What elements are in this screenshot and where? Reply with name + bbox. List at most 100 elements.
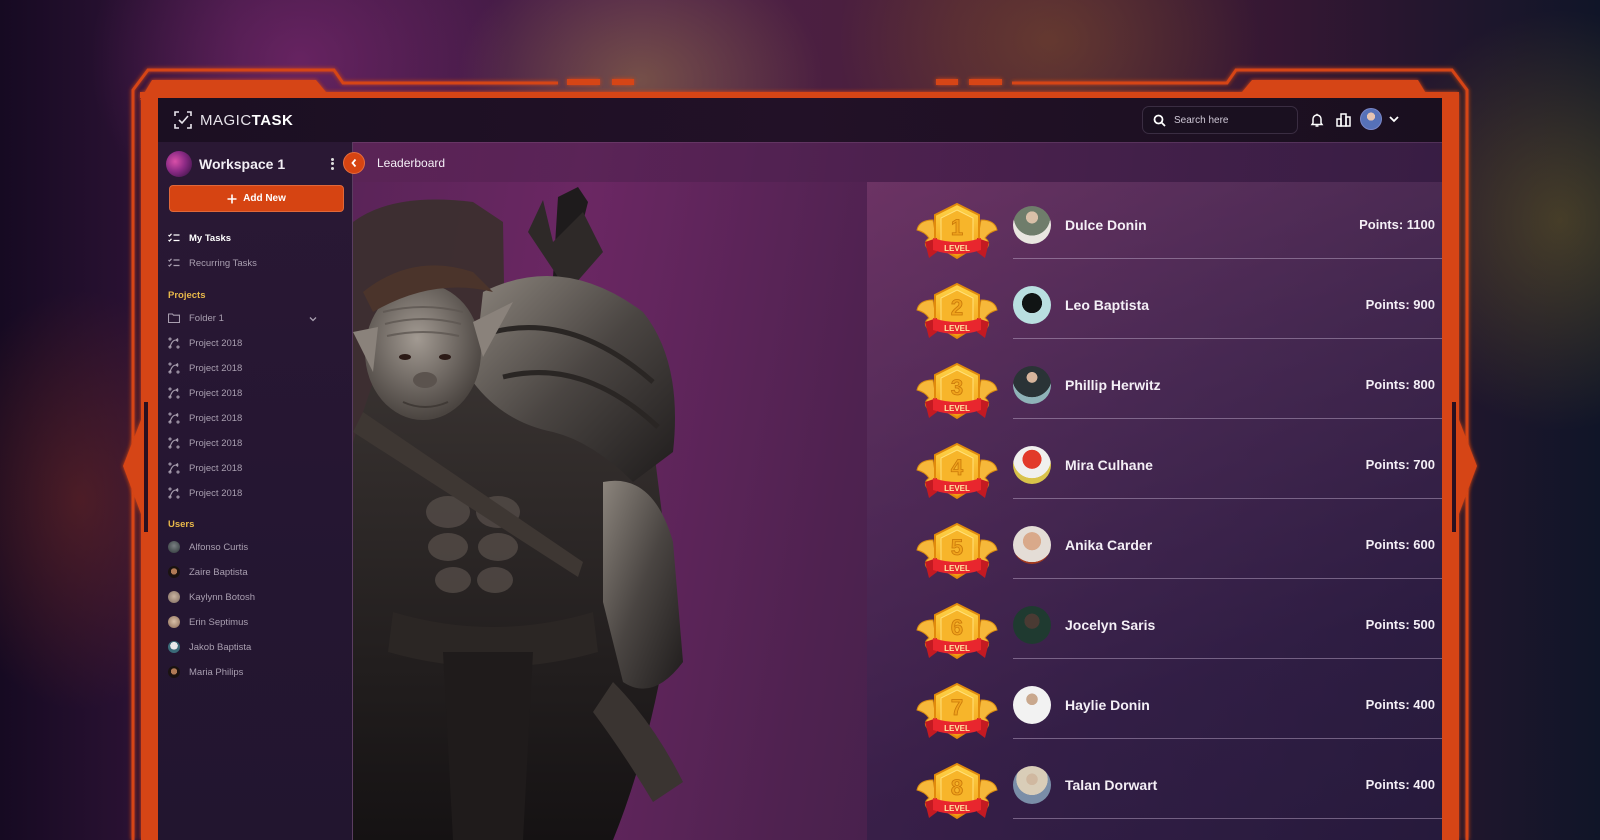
sidebar-item-my-tasks[interactable]: My Tasks <box>168 229 231 247</box>
logo[interactable]: MAGICTASK <box>174 111 293 129</box>
leaderboard-row[interactable]: 1 LEVEL Dulce Donin Points: 1100 <box>915 192 1442 272</box>
avatar <box>168 616 180 628</box>
workspace-avatar <box>166 151 192 177</box>
avatar <box>1013 766 1051 804</box>
sidebar-item-user[interactable]: Kaylynn Botosh <box>168 588 255 606</box>
sidebar-item-label: Project 2018 <box>189 437 243 449</box>
hero-character-illustration <box>353 187 683 840</box>
sidebar-item-project[interactable]: Project 2018 <box>168 359 242 377</box>
brand-light: MAGIC <box>200 111 252 129</box>
projects-heading: Projects <box>168 290 206 301</box>
user-avatar[interactable] <box>1360 108 1382 130</box>
page-title: Leaderboard <box>377 156 446 170</box>
level-label: LEVEL <box>944 564 970 573</box>
level-label: LEVEL <box>944 404 970 413</box>
bell-icon <box>1310 113 1324 127</box>
player-points: Points: 600 <box>1365 537 1435 552</box>
project-icon <box>168 487 180 499</box>
top-bar: MAGICTASK <box>158 98 1442 142</box>
main-content: Leaderboard Invite <box>343 142 1442 840</box>
sidebar-item-label: Project 2018 <box>189 462 243 474</box>
sidebar-item-user[interactable]: Alfonso Curtis <box>168 538 248 556</box>
leaderboard-row[interactable]: 3 LEVEL Phillip Herwitz Points: 800 <box>915 352 1442 432</box>
sidebar-item-label: Folder 1 <box>189 312 224 324</box>
sidebar-item-user[interactable]: Jakob Baptista <box>168 638 251 656</box>
level-badge-icon: 7 LEVEL <box>916 682 998 740</box>
level-number: 6 <box>951 615 963 640</box>
sidebar-item-project[interactable]: Project 2018 <box>168 384 242 402</box>
level-label: LEVEL <box>944 244 970 253</box>
player-points: Points: 900 <box>1365 297 1435 312</box>
chevron-down-icon[interactable] <box>308 314 318 324</box>
avatar <box>1013 366 1051 404</box>
sidebar-item-project[interactable]: Project 2018 <box>168 434 242 452</box>
level-number: 7 <box>951 695 963 720</box>
sidebar-item-label: Zaire Baptista <box>189 566 248 578</box>
leaderboard-row[interactable]: 5 LEVEL Anika Carder Points: 600 <box>915 512 1442 592</box>
sidebar-item-folder[interactable]: Folder 1 <box>168 309 224 327</box>
avatar <box>1013 686 1051 724</box>
sidebar-item-label: Jakob Baptista <box>189 641 252 653</box>
player-name: Dulce Donin <box>1065 217 1147 233</box>
project-icon <box>168 412 180 424</box>
player-points: Points: 1100 <box>1359 217 1435 232</box>
sidebar-item-user[interactable]: Zaire Baptista <box>168 563 248 581</box>
notifications-button[interactable] <box>1307 110 1327 130</box>
row-divider <box>1013 418 1442 419</box>
sidebar-item-label: My Tasks <box>189 232 232 244</box>
add-new-button[interactable]: Add New <box>169 185 344 212</box>
avatar <box>1013 206 1051 244</box>
task-list-icon <box>168 257 180 269</box>
workspace-name: Workspace 1 <box>199 156 286 172</box>
sidebar-item-user[interactable]: Maria Philips <box>168 663 243 681</box>
sidebar-item-project[interactable]: Project 2018 <box>168 459 242 477</box>
player-name: Mira Culhane <box>1065 457 1153 473</box>
player-name: Haylie Donin <box>1065 697 1150 713</box>
sidebar-item-project[interactable]: Project 2018 <box>168 334 242 352</box>
leaderboard-row[interactable]: 2 LEVEL Leo Baptista Points: 900 <box>915 272 1442 352</box>
avatar <box>168 591 180 603</box>
avatar <box>1013 446 1051 484</box>
avatar <box>168 566 180 578</box>
search-box[interactable] <box>1142 106 1298 134</box>
sidebar-item-recurring-tasks[interactable]: Recurring Tasks <box>168 254 257 272</box>
level-number: 3 <box>951 375 963 400</box>
row-divider <box>1013 658 1442 659</box>
row-divider <box>1013 738 1442 739</box>
users-heading: Users <box>168 519 195 530</box>
brand-bold: TASK <box>251 111 294 129</box>
avatar <box>168 666 180 678</box>
back-button[interactable] <box>343 152 365 174</box>
level-badge-icon: 6 LEVEL <box>916 602 998 660</box>
leaderboard-button[interactable] <box>1333 110 1353 130</box>
search-input[interactable] <box>1174 114 1284 126</box>
sidebar-item-project[interactable]: Project 2018 <box>168 484 242 502</box>
avatar <box>1013 526 1051 564</box>
add-new-label: Add New <box>243 193 286 204</box>
kebab-menu-icon[interactable] <box>328 156 336 172</box>
task-list-icon <box>168 232 180 244</box>
leaderboard-row[interactable]: 7 LEVEL Haylie Donin Points: 400 <box>915 672 1442 752</box>
level-number: 1 <box>951 215 963 240</box>
row-divider <box>1013 818 1442 819</box>
workspace-switcher[interactable]: Workspace 1 <box>166 150 344 178</box>
leaderboard-row[interactable]: 6 LEVEL Jocelyn Saris Points: 500 <box>915 592 1442 672</box>
row-divider <box>1013 258 1442 259</box>
level-number: 2 <box>951 295 963 320</box>
sidebar-item-project[interactable]: Project 2018 <box>168 409 242 427</box>
leaderboard-row[interactable]: 8 LEVEL Talan Dorwart Points: 400 <box>915 752 1442 832</box>
chevron-left-icon <box>351 158 357 168</box>
logo-icon <box>174 111 192 129</box>
app-window: MAGICTASK Workspace 1 <box>158 98 1442 840</box>
level-badge-icon: 5 LEVEL <box>916 522 998 580</box>
row-divider <box>1013 498 1442 499</box>
sidebar-item-user[interactable]: Erin Septimus <box>168 613 248 631</box>
sidebar-item-label: Project 2018 <box>189 487 243 499</box>
chevron-down-icon[interactable] <box>1387 112 1401 126</box>
leaderboard-row[interactable]: 4 LEVEL Mira Culhane Points: 700 <box>915 432 1442 512</box>
player-points: Points: 700 <box>1365 457 1435 472</box>
level-number: 4 <box>951 455 964 480</box>
leaderboard-panel: 1 LEVEL Dulce Donin Points: 1100 2 LEVEL… <box>867 182 1442 840</box>
player-name: Phillip Herwitz <box>1065 377 1161 393</box>
sidebar-item-label: Project 2018 <box>189 337 243 349</box>
